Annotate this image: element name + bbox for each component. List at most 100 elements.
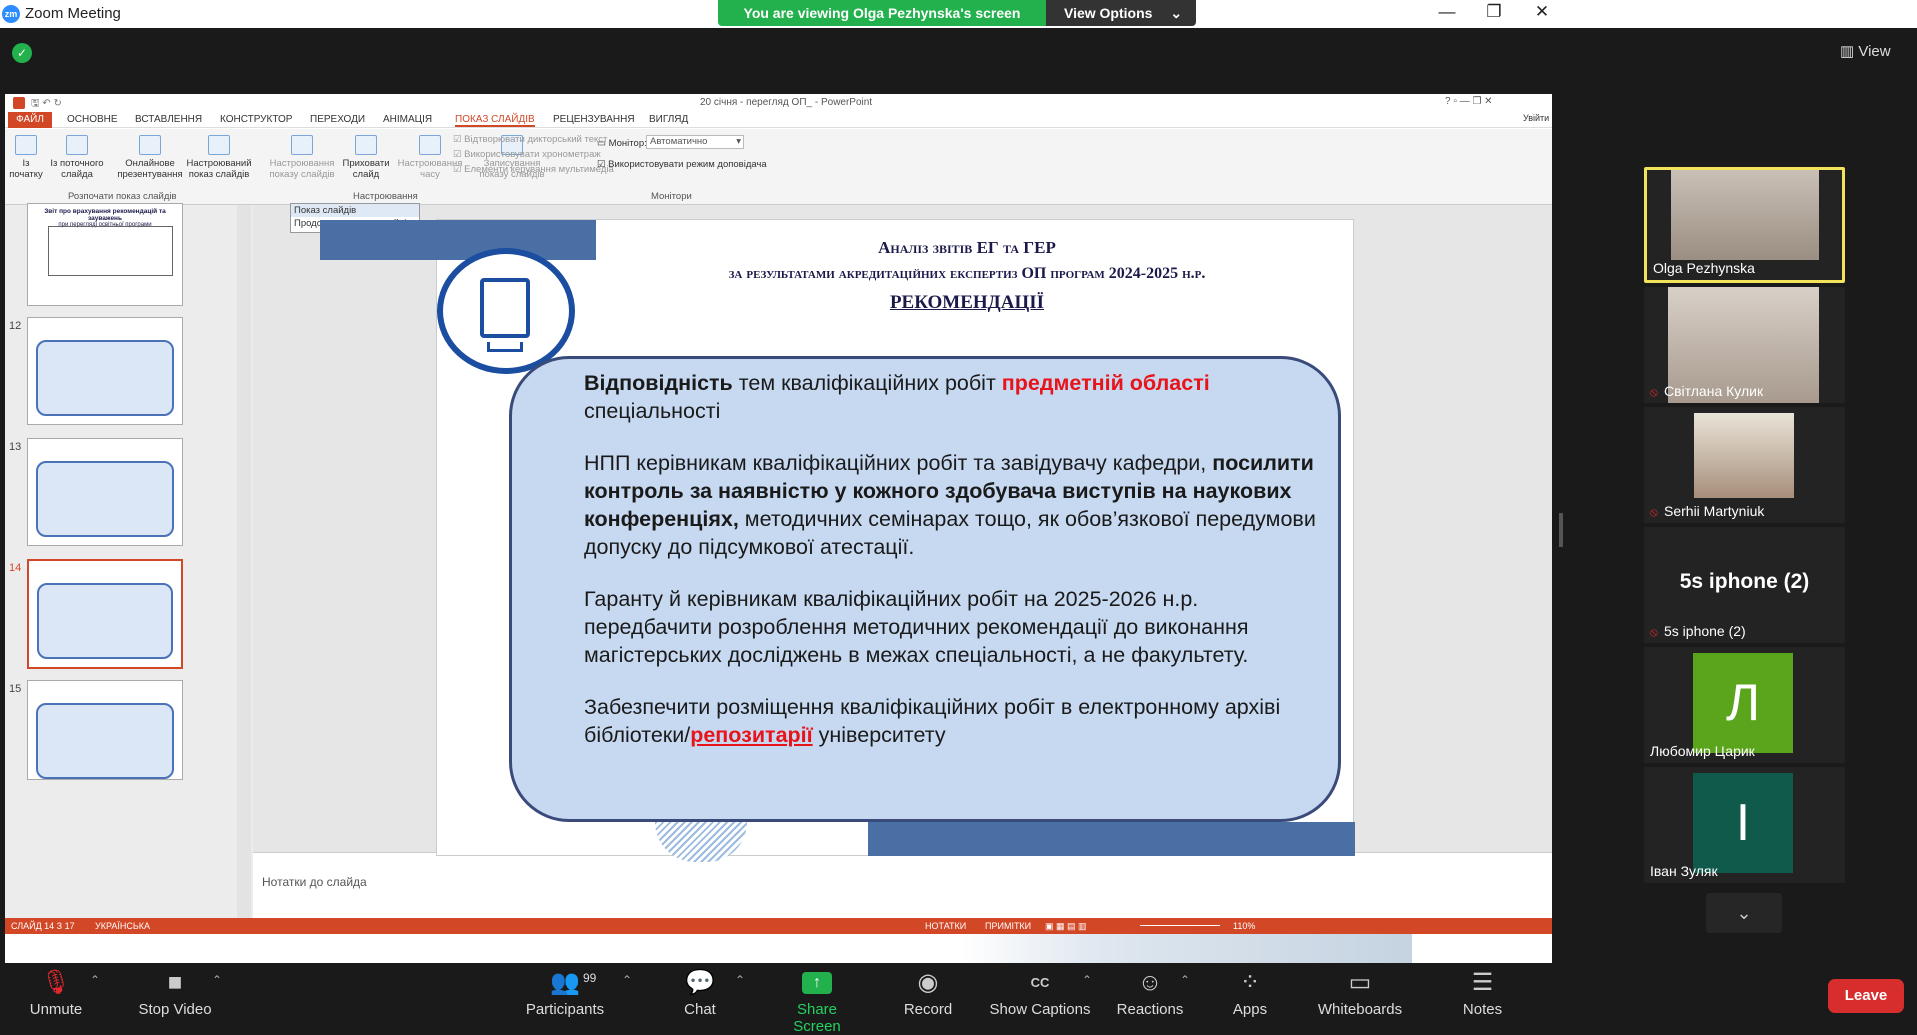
reactions-button[interactable]: ☺ Reactions	[1115, 969, 1185, 1018]
tab-design[interactable]: КОНСТРУКТОР	[220, 114, 292, 125]
group-monitors: Монітори	[651, 191, 692, 202]
notes-pane[interactable]: Нотатки до слайда	[253, 852, 1552, 918]
monitor-select[interactable]: Автоматично ▾	[646, 135, 744, 149]
decor-bar	[320, 220, 596, 260]
notes-button[interactable]: НОТАТКИ	[925, 918, 966, 934]
group-setup: Настроювання	[353, 191, 418, 202]
tab-home[interactable]: ОСНОВНЕ	[67, 114, 118, 125]
slide-thumbnail[interactable]	[27, 680, 183, 780]
video-options-chevron-icon[interactable]: ⌃	[212, 973, 222, 987]
present-online-button[interactable]: Онлайнове презентування	[117, 135, 183, 180]
notes-button[interactable]: ☰ Notes	[1455, 969, 1510, 1018]
whiteboard-icon: ▭	[1348, 969, 1372, 996]
chevron-down-icon: ⌄	[1170, 5, 1183, 21]
status-bar: СЛАЙД 14 З 17 УКРАЇНСЬКА НОТАТКИ ПРИМІТК…	[5, 918, 1552, 934]
quick-access-icons[interactable]: 🖫 ↶ ↻	[31, 96, 62, 113]
reactions-chevron-icon[interactable]: ⌃	[1180, 973, 1190, 987]
media-controls-checkbox[interactable]: ☑ Елементи керування мультимедіа	[453, 164, 614, 175]
slide-counter: СЛАЙД 14 З 17	[11, 921, 75, 931]
slide-thumbnails-pane: Звіт про врахування рекомендацій та заув…	[5, 203, 253, 918]
record-icon: ◉	[917, 969, 939, 996]
stop-video-button[interactable]: ■ Stop Video	[130, 969, 220, 1018]
chat-button[interactable]: 💬 Chat	[670, 969, 730, 1018]
participant-tile[interactable]: І Іван Зуляк	[1644, 767, 1845, 883]
thumbnails-scrollbar[interactable]	[237, 205, 251, 918]
view-options-button[interactable]: View Options ⌄	[1046, 0, 1196, 26]
muted-mic-icon: ⦸	[1650, 385, 1658, 399]
from-beginning-button[interactable]: Із початку	[9, 135, 43, 180]
use-timings-checkbox[interactable]: ☑ Використовувати хронометраж	[453, 149, 601, 160]
slide-thumbnail[interactable]	[27, 438, 183, 546]
slide-thumbnail-selected[interactable]	[27, 559, 183, 669]
language-status[interactable]: УКРАЇНСЬКА	[95, 918, 150, 934]
view-mode-icons[interactable]: ▣ ▦ ▤ ▥	[1045, 918, 1087, 934]
minimize-button[interactable]: —	[1432, 2, 1462, 22]
view-button[interactable]: ▥ View	[1840, 42, 1891, 60]
participant-display-name: 5s iphone (2)	[1679, 570, 1810, 593]
set-up-show-button[interactable]: Настроювання показу слайдів	[267, 135, 337, 180]
chat-chevron-icon[interactable]: ⌃	[735, 973, 745, 987]
tab-view[interactable]: ВИГЛЯД	[649, 114, 688, 125]
restore-button[interactable]: ❐	[1479, 2, 1509, 22]
participant-name: 5s iphone (2)	[1664, 623, 1746, 639]
recommendation-2: НПП керівникам кваліфікаційних робіт та …	[584, 451, 1316, 559]
logo-document-icon	[480, 278, 530, 338]
meeting-toolbar: 🎙 Unmute ⌃ ■ Stop Video ⌃ 👥 Participants 99…	[0, 963, 1917, 1035]
sign-in-link[interactable]: Увійти	[1523, 113, 1549, 123]
chat-bubble-icon: 💬	[685, 969, 715, 996]
dropdown-icon: ▾	[736, 136, 741, 147]
ppt-title-bar: 🖫 ↶ ↻ 20 січня - перегляд ОП_ - PowerPoi…	[5, 94, 1552, 112]
leave-button[interactable]: Leave	[1828, 979, 1904, 1013]
record-button[interactable]: ◉ Record	[898, 969, 958, 1018]
custom-show-button[interactable]: Настроюваний показ слайдів	[185, 135, 253, 180]
participant-tile[interactable]: ⦸ Serhii Martyniuk	[1644, 407, 1845, 523]
participants-chevron-icon[interactable]: ⌃	[622, 973, 632, 987]
muted-mic-icon: 🎙	[40, 969, 72, 996]
unmute-button[interactable]: 🎙 Unmute	[20, 969, 92, 1018]
current-slide[interactable]: Аналіз звітів ЕГ та ГЕР за результатами …	[320, 219, 1355, 862]
audio-options-chevron-icon[interactable]: ⌃	[90, 973, 100, 987]
gallery-next-chevron-icon[interactable]: ⌄	[1706, 893, 1782, 933]
recommendation-3: Гаранту й керівникам кваліфікаційних роб…	[584, 587, 1249, 667]
close-button[interactable]: ✕	[1527, 2, 1557, 22]
zoom-slider[interactable]	[1140, 925, 1220, 926]
show-captions-button[interactable]: CC Show Captions	[985, 969, 1095, 1018]
participant-avatar: Л	[1693, 653, 1793, 753]
apps-icon: ⁘	[1239, 969, 1261, 996]
security-shield-icon[interactable]: ✓	[12, 43, 32, 63]
presenter-view-checkbox[interactable]: ☑ Використовувати режим доповідача	[597, 159, 767, 170]
decor-bar	[868, 822, 1355, 856]
zoom-level[interactable]: 110%	[1233, 918, 1255, 934]
captions-chevron-icon[interactable]: ⌃	[1082, 973, 1092, 987]
tab-animations[interactable]: АНІМАЦІЯ	[383, 114, 432, 125]
participant-name: Olga Pezhynska	[1653, 260, 1755, 276]
from-current-button[interactable]: Із поточного слайда	[47, 135, 107, 180]
share-screen-icon: ↑	[802, 972, 832, 994]
splitter-handle[interactable]	[1559, 513, 1563, 547]
custom-show-icon	[208, 135, 230, 155]
hide-slide-button[interactable]: Приховати слайд	[341, 135, 391, 180]
tab-insert[interactable]: ВСТАВЛЕННЯ	[135, 114, 202, 125]
ribbon-tabs: ФАЙЛ ОСНОВНЕ ВСТАВЛЕННЯ КОНСТРУКТОР ПЕРЕ…	[5, 112, 1552, 128]
tab-slide-show[interactable]: ПОКАЗ СЛАЙДІВ	[455, 114, 535, 127]
slide-thumbnail[interactable]: Звіт про врахування рекомендацій та заув…	[27, 203, 183, 306]
participant-tile[interactable]: ⦸ Світлана Кулик	[1644, 287, 1845, 403]
tab-transitions[interactable]: ПЕРЕХОДИ	[310, 114, 365, 125]
participant-name: Іван Зуляк	[1650, 863, 1718, 879]
participant-tile-active[interactable]: Olga Pezhynska	[1644, 167, 1845, 283]
slide-number: 12	[9, 320, 22, 332]
play-narrations-checkbox[interactable]: ☑ Відтворювати дикторський текст	[453, 134, 607, 145]
ppt-window-controls[interactable]: ? ▫ — ❐ ✕	[1445, 96, 1493, 107]
participant-tile[interactable]: Л Любомир Царик	[1644, 647, 1845, 763]
share-screen-button[interactable]: ↑ Share Screen	[772, 969, 862, 1035]
apps-button[interactable]: ⁘ Apps	[1225, 969, 1275, 1018]
slide-thumbnail[interactable]	[27, 317, 183, 425]
powerpoint-icon	[13, 97, 25, 109]
zoom-logo-icon: zm	[2, 5, 20, 23]
participants-button[interactable]: 👥 Participants	[520, 969, 610, 1018]
tab-file[interactable]: ФАЙЛ	[8, 112, 52, 128]
comments-button[interactable]: ПРИМІТКИ	[985, 918, 1031, 934]
whiteboards-button[interactable]: ▭ Whiteboards	[1315, 969, 1405, 1018]
tab-review[interactable]: РЕЦЕНЗУВАННЯ	[553, 114, 635, 125]
participant-tile[interactable]: 5s iphone (2) ⦸ 5s iphone (2)	[1644, 527, 1845, 643]
